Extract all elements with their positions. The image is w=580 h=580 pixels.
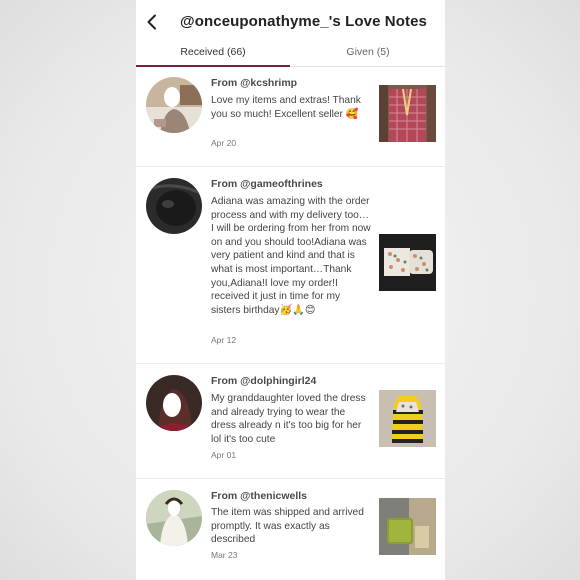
- tab-received-label: Received (66): [180, 46, 246, 58]
- user-photo: [146, 375, 202, 431]
- user-photo: [146, 77, 202, 133]
- note-text: The item was shipped and arrived promptl…: [211, 507, 364, 546]
- avatar[interactable]: [146, 178, 202, 234]
- user-photo: [146, 490, 202, 546]
- note-text: Love my items and extras! Thank you so m…: [211, 95, 361, 120]
- tab-given-label: Given (5): [346, 46, 390, 58]
- item-photo: [379, 498, 436, 555]
- header: @onceuponathyme_'s Love Notes: [136, 0, 445, 42]
- love-note: From @kcshrimp Love my items and extras!…: [136, 66, 445, 167]
- note-sender[interactable]: From @dolphingirl24: [211, 375, 316, 387]
- avatar[interactable]: [146, 490, 202, 546]
- page-title: @onceuponathyme_'s Love Notes: [180, 13, 427, 30]
- note-sender[interactable]: From @thenicwells: [211, 490, 307, 502]
- item-photo: [379, 85, 436, 142]
- user-photo: [146, 178, 202, 234]
- note-text: My granddaughter loved the dress and alr…: [211, 393, 366, 445]
- love-note: From @dolphingirl24 My granddaughter lov…: [136, 364, 445, 479]
- note-date: Apr 20: [211, 138, 237, 148]
- chevron-left-icon: [147, 14, 156, 30]
- item-thumbnail[interactable]: [379, 234, 436, 291]
- item-thumbnail[interactable]: [379, 85, 436, 142]
- avatar[interactable]: [146, 375, 202, 431]
- note-date: Mar 23: [211, 550, 238, 560]
- item-thumbnail[interactable]: [379, 498, 436, 555]
- item-thumbnail[interactable]: [379, 390, 436, 447]
- tab-given[interactable]: Given (5): [291, 42, 445, 66]
- love-note: From @gameofthrines Adiana was amazing w…: [136, 167, 445, 364]
- note-sender[interactable]: From @gameofthrines: [211, 178, 323, 190]
- note-date: Apr 12: [211, 335, 237, 345]
- tab-bar: Received (66) Given (5): [136, 42, 445, 67]
- item-photo: [379, 234, 436, 291]
- back-button[interactable]: [142, 11, 162, 33]
- item-photo: [379, 390, 436, 447]
- avatar[interactable]: [146, 77, 202, 133]
- note-text: Adiana was amazing with the order proces…: [211, 196, 371, 316]
- note-date: Apr 01: [211, 450, 237, 460]
- tab-received[interactable]: Received (66): [136, 42, 290, 67]
- app-screen: @onceuponathyme_'s Love Notes Received (…: [136, 0, 445, 580]
- love-note: From @thenicwells The item was shipped a…: [136, 479, 445, 580]
- note-sender[interactable]: From @kcshrimp: [211, 77, 297, 89]
